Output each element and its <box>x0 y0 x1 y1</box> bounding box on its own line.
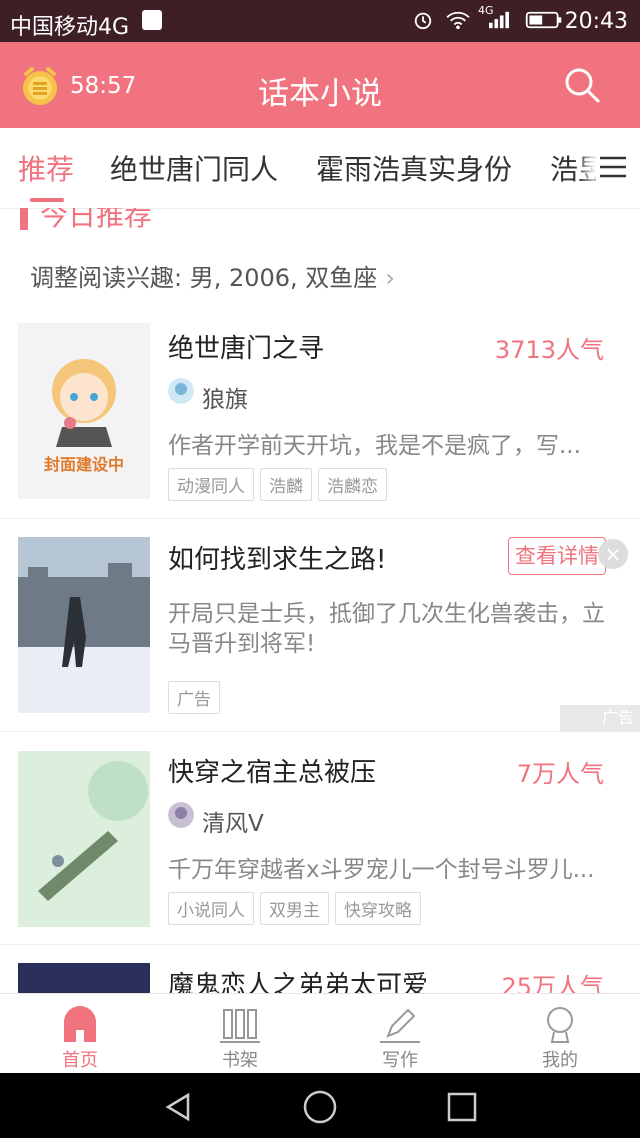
ad-scene-image <box>18 537 150 713</box>
pencil-icon <box>380 1008 420 1043</box>
feed: 今日推荐 调整阅读兴趣: 男, 2006, 双鱼座 › 封面建设中 绝世唐门之寻 … <box>0 208 640 993</box>
nav-write[interactable]: 写作 <box>320 994 480 1074</box>
app-notification-icon <box>142 10 162 30</box>
nav-bookshelf[interactable]: 书架 <box>160 994 320 1074</box>
tag[interactable]: 双男主 <box>260 892 329 925</box>
ad-title: 如何找到求生之路! <box>168 545 387 575</box>
ad-tag-list: 广告 <box>168 681 226 714</box>
tag-list: 动漫同人 浩麟 浩麟恋 <box>168 468 393 501</box>
tag-list: 小说同人 双男主 快穿攻略 <box>168 892 427 925</box>
home-button-icon[interactable] <box>302 1089 338 1125</box>
ad-badge: 广告 <box>560 705 640 731</box>
home-icon <box>64 1006 96 1042</box>
interest-text: 调整阅读兴趣: 男, 2006, 双鱼座 <box>30 264 378 292</box>
book-title: 魔鬼恋人之弟弟太可爱 <box>168 971 429 993</box>
book-cover <box>18 963 150 993</box>
book-cover <box>18 751 150 927</box>
app-header: 58:57 话本小说 <box>0 42 640 128</box>
nav-home[interactable]: 首页 <box>0 994 160 1074</box>
book-description: 千万年穿越者x斗罗宠儿一个封号斗罗儿... <box>168 857 595 883</box>
ad-description: 开局只是士兵，抵御了几次生化兽袭击，立马晋升到将军! <box>168 601 605 657</box>
tabs-menu-icon[interactable] <box>596 150 630 184</box>
author-name: 清风V <box>202 811 264 837</box>
popularity-count: 3713人气 <box>494 336 604 364</box>
nav-label: 写作 <box>382 1050 418 1071</box>
popularity-count: 25万人气 <box>501 973 604 993</box>
ad-image <box>18 537 150 713</box>
tag[interactable]: 小说同人 <box>168 892 254 925</box>
profile-icon <box>547 1007 573 1043</box>
author-avatar <box>168 802 194 828</box>
section-marker <box>20 208 28 230</box>
bottom-navigation: 首页 书架 写作 我的 <box>0 993 640 1074</box>
book-card[interactable]: 快穿之宿主总被压 7万人气 清风V 千万年穿越者x斗罗宠儿一个封号斗罗儿... … <box>0 732 640 945</box>
tab-juetangmen[interactable]: 绝世唐门同人 <box>110 148 278 188</box>
popularity-count: 7万人气 <box>516 760 604 788</box>
status-bar: 中国移动4G 4G 20:43 <box>0 0 640 42</box>
nav-label: 书架 <box>222 1050 258 1071</box>
alarm-icon <box>414 12 432 30</box>
wifi-icon <box>446 11 470 30</box>
section-title: 今日推荐 <box>40 208 153 232</box>
close-ad-icon[interactable]: × <box>598 539 628 569</box>
view-details-button[interactable]: 查看详情 <box>508 537 606 575</box>
book-cover: 封面建设中 <box>18 323 150 499</box>
author-name: 狼旗 <box>202 387 248 413</box>
active-tab-indicator <box>30 198 64 202</box>
nav-label: 我的 <box>542 1050 578 1071</box>
book-description: 作者开学前天开坑，我是不是疯了，写... <box>168 433 581 459</box>
chevron-right-icon: › <box>385 264 395 292</box>
tag[interactable]: 快穿攻略 <box>335 892 421 925</box>
book-card[interactable]: 魔鬼恋人之弟弟太可爱 25万人气 <box>0 945 640 993</box>
ad-card[interactable]: 如何找到求生之路! 查看详情 × 开局只是士兵，抵御了几次生化兽袭击，立马晋升到… <box>0 519 640 732</box>
system-navigation-bar <box>0 1073 640 1138</box>
tag[interactable]: 动漫同人 <box>168 468 254 501</box>
cover-placeholder-text: 封面建设中 <box>43 455 124 474</box>
page-title: 话本小说 <box>258 76 382 112</box>
book-card[interactable]: 封面建设中 绝世唐门之寻 3713人气 狼旗 作者开学前天开坑，我是不是疯了，写… <box>0 308 640 519</box>
tag[interactable]: 浩麟恋 <box>318 468 387 501</box>
ad-tag: 广告 <box>168 681 220 714</box>
carrier-label: 中国移动4G <box>10 15 130 40</box>
search-icon[interactable] <box>563 66 601 104</box>
clock-label: 20:43 <box>564 9 628 34</box>
nav-label: 首页 <box>62 1050 98 1071</box>
bookshelf-icon <box>220 1009 260 1043</box>
tab-recommend[interactable]: 推荐 <box>18 148 74 188</box>
book-cover-image <box>18 751 150 927</box>
nav-profile[interactable]: 我的 <box>480 994 640 1074</box>
category-tabs: 推荐 绝世唐门同人 霍雨浩真实身份 浩昱 <box>0 128 640 209</box>
signal-icon <box>489 11 509 29</box>
recent-apps-icon[interactable] <box>446 1091 478 1123</box>
tab-huoyuhao[interactable]: 霍雨浩真实身份 <box>316 148 512 188</box>
book-title: 快穿之宿主总被压 <box>168 758 377 788</box>
back-icon[interactable] <box>162 1091 194 1123</box>
author-avatar <box>168 378 194 404</box>
book-title: 绝世唐门之寻 <box>168 334 325 364</box>
battery-icon <box>525 11 562 29</box>
adjust-interest-link[interactable]: 调整阅读兴趣: 男, 2006, 双鱼座 › <box>30 258 395 293</box>
tag[interactable]: 浩麟 <box>260 468 312 501</box>
